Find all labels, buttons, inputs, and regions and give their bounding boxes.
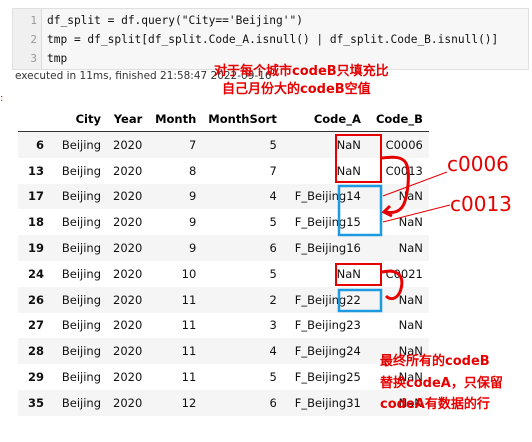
blue-highlight-box bbox=[337, 184, 383, 237]
red-highlight-box bbox=[335, 134, 382, 183]
annotation-text: 对于每个城市codeB只填充比 bbox=[214, 64, 389, 79]
red-arrow bbox=[381, 269, 404, 301]
annotation-text: codeA有数据的行 bbox=[380, 397, 490, 412]
pointer-line bbox=[382, 171, 448, 197]
annotation-text: 最终所有的codeB bbox=[380, 354, 490, 369]
blue-highlight-box bbox=[337, 288, 383, 313]
red-highlight-box bbox=[335, 263, 382, 286]
annotation-text: 自己月份大的codeB空值 bbox=[222, 82, 371, 97]
annotation-label: c0013 bbox=[450, 192, 512, 216]
annotation-label: c0006 bbox=[447, 152, 509, 176]
annotation-text: 替换codeA，只保留 bbox=[380, 376, 503, 391]
red-arrow bbox=[381, 155, 410, 215]
